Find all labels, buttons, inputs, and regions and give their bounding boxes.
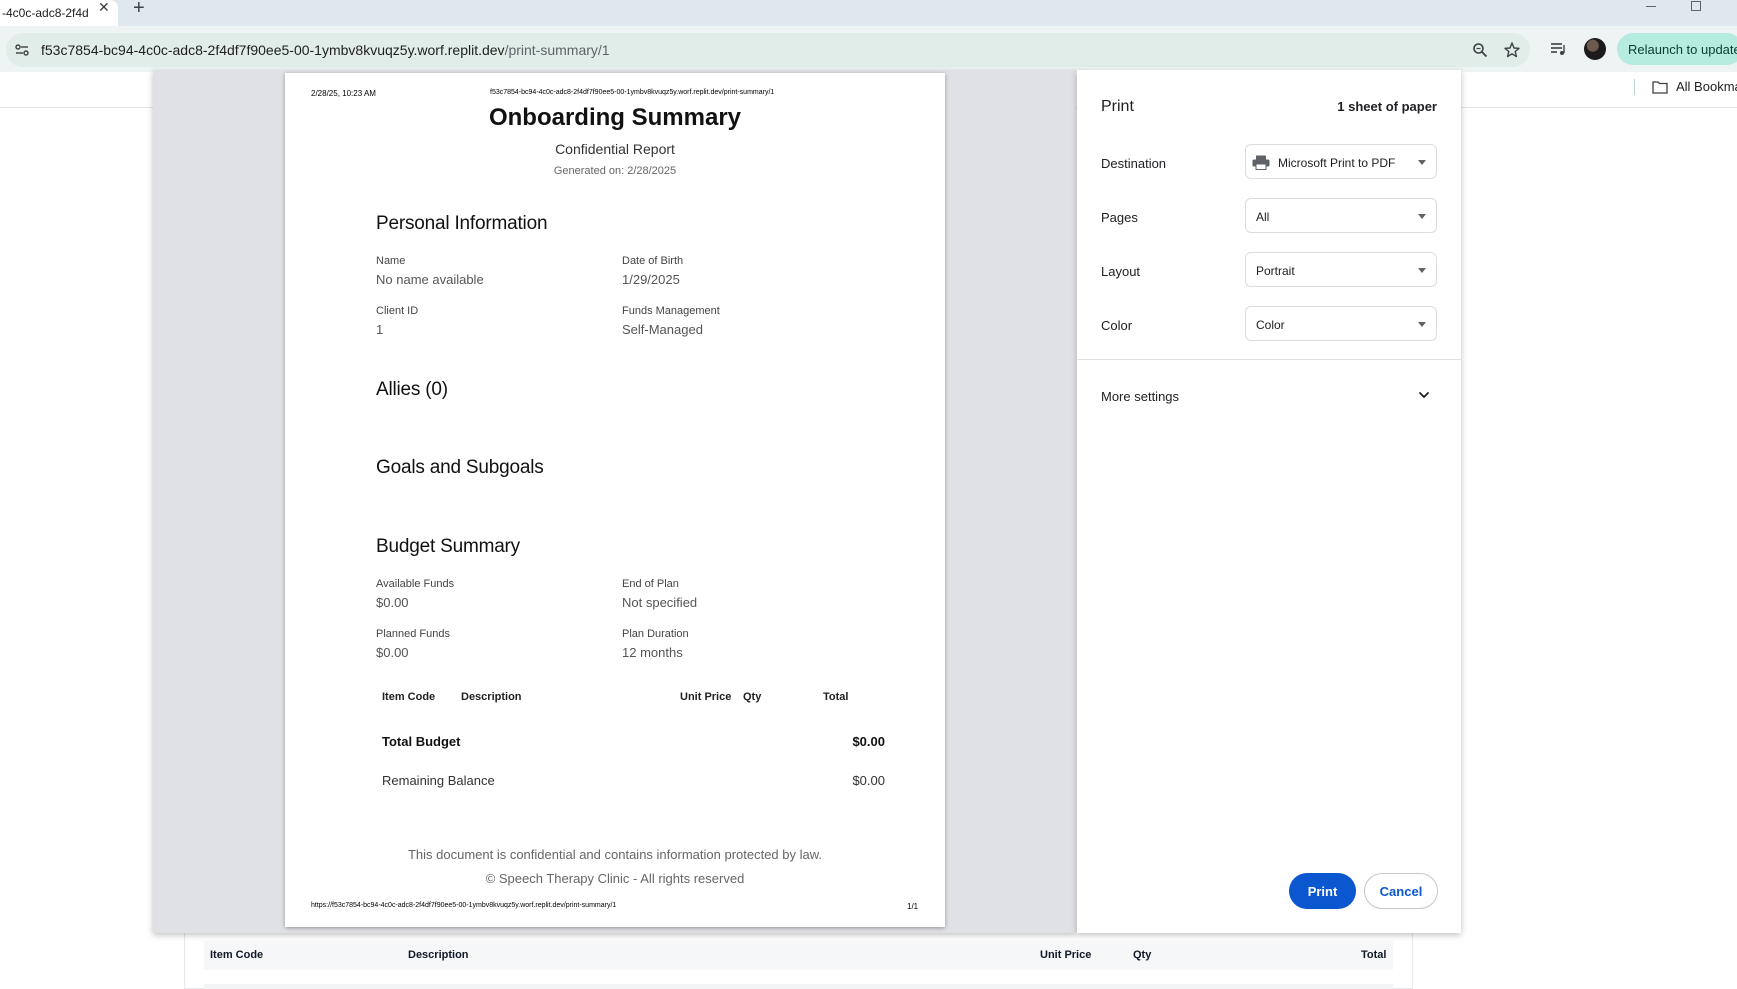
allies-heading: Allies (0) (376, 379, 448, 400)
page-footer-url: https://f53c7854-bc94-4c0c-adc8-2f4df7f9… (311, 902, 617, 909)
end-of-plan-value: Not specified (622, 595, 698, 610)
zoom-icon[interactable] (1472, 42, 1488, 58)
remaining-balance-value: $0.00 (852, 773, 885, 788)
media-controls-icon[interactable] (1549, 40, 1567, 58)
url-path: /print-summary/1 (504, 42, 610, 58)
confidentiality-notice: This document is confidential and contai… (407, 847, 823, 862)
dob-label: Date of Birth (622, 255, 684, 267)
remaining-balance-label: Remaining Balance (382, 773, 495, 788)
printer-icon (1252, 155, 1270, 170)
destination-value: Microsoft Print to PDF (1278, 156, 1396, 170)
page-header-date: 2/28/25, 10:23 AM (311, 89, 376, 98)
budget-summary-heading: Budget Summary (376, 536, 520, 557)
column-header: Qty (1133, 949, 1152, 961)
table-row (204, 984, 1393, 989)
chevron-down-icon[interactable] (1417, 388, 1431, 402)
page-footer-number: 1/1 (907, 902, 919, 911)
address-bar[interactable]: f53c7854-bc94-4c0c-adc8-2f4df7f90ee5-00-… (6, 33, 1530, 67)
more-settings-toggle[interactable]: More settings (1101, 389, 1179, 404)
chevron-down-icon (1418, 160, 1426, 165)
total-budget-value: $0.00 (852, 734, 885, 749)
settings-divider (1077, 359, 1461, 360)
maximize-icon[interactable] (1691, 1, 1701, 11)
browser-toolbar: f53c7854-bc94-4c0c-adc8-2f4df7f90ee5-00-… (0, 26, 1737, 72)
folder-icon (1652, 81, 1668, 94)
client-id-value: 1 (376, 322, 384, 337)
print-title: Print (1101, 98, 1134, 115)
personal-information-heading: Personal Information (376, 213, 548, 234)
column-header: Item Code (210, 949, 264, 961)
tab-strip: -4c0c-adc8-2f4d ✕ + (0, 0, 1737, 26)
goals-heading: Goals and Subgoals (376, 457, 544, 478)
column-header: Qty (743, 691, 762, 703)
document-title: Onboarding Summary (488, 104, 742, 131)
site-info-icon[interactable] (14, 42, 30, 58)
close-tab-icon[interactable]: ✕ (98, 0, 110, 14)
chevron-down-icon (1418, 268, 1426, 273)
column-header: Unit Price (1040, 949, 1092, 961)
color-label: Color (1101, 318, 1133, 333)
url-text[interactable]: f53c7854-bc94-4c0c-adc8-2f4df7f90ee5-00-… (41, 42, 610, 58)
column-header: Item Code (382, 691, 436, 703)
column-header: Total (1361, 949, 1387, 961)
column-header: Total (823, 691, 849, 703)
end-of-plan-label: End of Plan (622, 578, 679, 590)
available-funds-label: Available Funds (376, 578, 455, 590)
chevron-down-icon (1418, 322, 1426, 327)
plan-duration-value: 12 months (622, 645, 683, 660)
url-host: f53c7854-bc94-4c0c-adc8-2f4df7f90ee5-00-… (41, 42, 505, 58)
underlying-table-header: Item Code Description Unit Price Qty Tot… (204, 941, 1393, 970)
destination-select[interactable]: Microsoft Print to PDF (1245, 144, 1437, 179)
layout-value: Portrait (1256, 264, 1295, 278)
pages-select[interactable]: All (1245, 198, 1437, 233)
dob-value: 1/29/2025 (622, 272, 680, 287)
plan-duration-label: Plan Duration (622, 628, 689, 640)
funds-management-label: Funds Management (622, 305, 720, 317)
name-label: Name (376, 255, 406, 267)
total-budget-label: Total Budget (382, 734, 461, 749)
layout-label: Layout (1101, 264, 1141, 279)
minimize-icon[interactable] (1644, 0, 1658, 12)
document-subtitle: Confidential Report (555, 141, 675, 157)
planned-funds-label: Planned Funds (376, 628, 450, 640)
print-button[interactable]: Print (1289, 873, 1356, 909)
chevron-down-icon (1418, 214, 1426, 219)
copyright-notice: © Speech Therapy Clinic - All rights res… (485, 871, 745, 886)
color-value: Color (1256, 318, 1285, 332)
print-settings-panel: Print 1 sheet of paper Destination Micro… (1077, 70, 1461, 933)
relaunch-to-update-button[interactable]: Relaunch to update (1617, 33, 1737, 65)
client-id-label: Client ID (376, 305, 419, 317)
profile-avatar[interactable] (1584, 38, 1606, 60)
layout-select[interactable]: Portrait (1245, 252, 1437, 287)
bookmarks-divider (1634, 79, 1635, 95)
destination-label: Destination (1101, 156, 1167, 171)
color-select[interactable]: Color (1245, 306, 1437, 341)
page-header-url: f53c7854-bc94-4c0c-adc8-2f4df7f90ee5-00-… (490, 89, 775, 96)
name-value: No name available (376, 272, 484, 287)
pages-value: All (1256, 210, 1270, 224)
column-header: Description (408, 949, 469, 961)
funds-management-value: Self-Managed (622, 322, 703, 337)
all-bookmarks-link[interactable]: All Bookma (1676, 79, 1737, 94)
sheet-count: 1 sheet of paper (1337, 99, 1437, 114)
available-funds-value: $0.00 (376, 595, 409, 610)
pages-label: Pages (1101, 210, 1138, 225)
planned-funds-value: $0.00 (376, 645, 409, 660)
browser-tab[interactable]: -4c0c-adc8-2f4d ✕ (0, 0, 118, 26)
print-preview-page: 2/28/25, 10:23 AM f53c7854-bc94-4c0c-adc… (285, 73, 945, 927)
tab-title: -4c0c-adc8-2f4d (2, 6, 89, 20)
generated-date: Generated on: 2/28/2025 (553, 165, 677, 177)
column-header: Unit Price (680, 691, 732, 703)
column-header: Description (461, 691, 522, 703)
new-tab-button[interactable]: + (133, 0, 145, 18)
bookmark-star-icon[interactable] (1503, 41, 1521, 59)
cancel-button[interactable]: Cancel (1364, 873, 1438, 909)
